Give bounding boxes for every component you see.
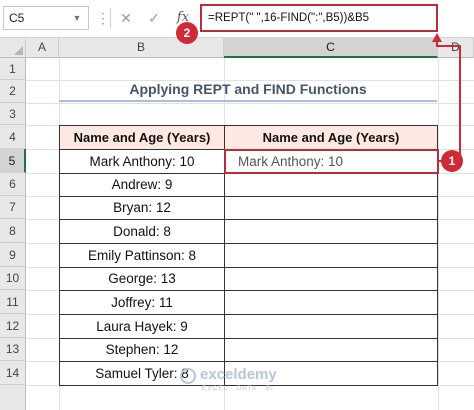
watermark-tagline: EXCEL · DATA · BI — [202, 385, 274, 392]
watermark-logo-icon — [180, 368, 196, 384]
annotation-arrow — [432, 33, 461, 162]
watermark-name: exceldemy — [200, 366, 277, 383]
annotation-badge-1: 1 — [441, 150, 463, 172]
annotation-badge-2: 2 — [176, 22, 198, 44]
